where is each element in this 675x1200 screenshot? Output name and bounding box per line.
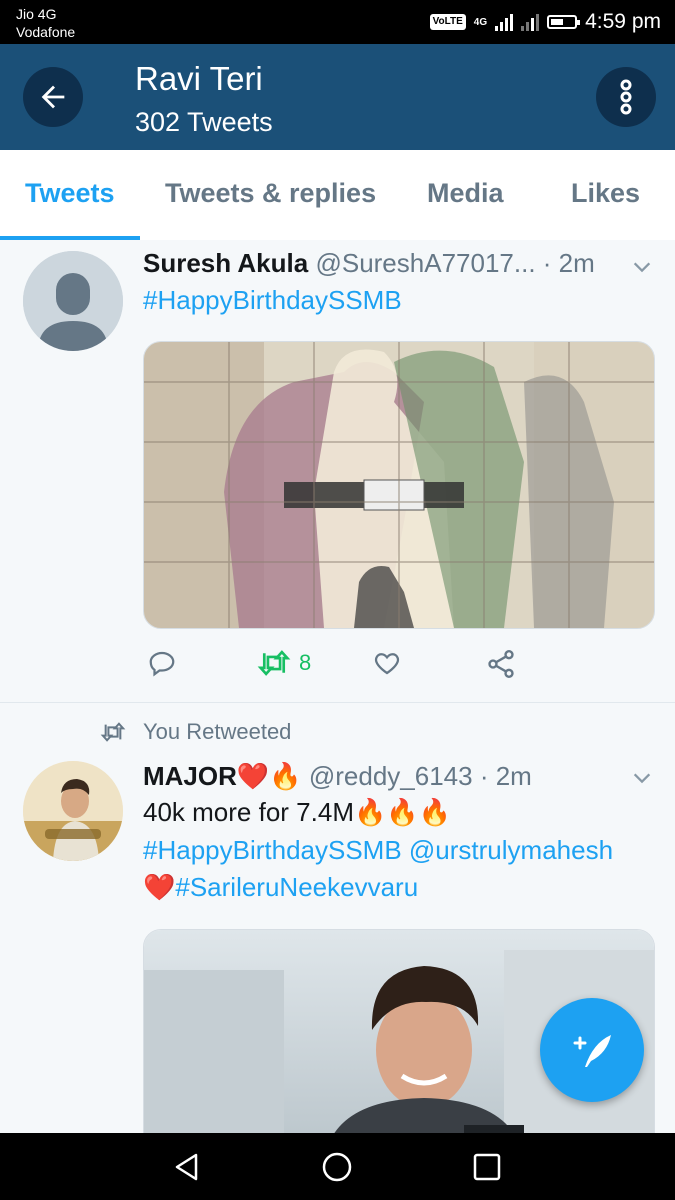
retweet-icon: [257, 650, 291, 676]
square-recents-icon: [473, 1153, 501, 1181]
chevron-down-icon[interactable]: [631, 767, 653, 789]
chevron-down-icon[interactable]: [631, 256, 653, 278]
signal-icon-2: [521, 13, 540, 31]
author-name[interactable]: MAJOR❤️🔥: [143, 761, 302, 791]
compose-tweet-button[interactable]: [540, 998, 644, 1102]
nav-back-button[interactable]: [170, 1150, 204, 1184]
tweet-text: 40k more for 7.4M🔥🔥🔥: [143, 797, 452, 827]
page-title: Ravi Teri: [135, 60, 263, 97]
tweet-card[interactable]: Suresh Akula @SureshA77017... · 2m #Happ…: [0, 240, 675, 703]
tweet-text-line-3: ❤️#SarileruNeekevvaru: [143, 872, 418, 903]
more-vertical-icon: [620, 79, 632, 115]
clock: 4:59 pm: [585, 10, 661, 33]
author-handle[interactable]: @reddy_6143: [309, 761, 473, 791]
profile-photo-image: [23, 761, 123, 861]
tweet-count: 302 Tweets: [135, 107, 273, 137]
default-avatar-icon: [23, 251, 123, 351]
tab-media[interactable]: Media: [427, 178, 504, 209]
tweet-time: · 2m: [542, 248, 595, 278]
share-button[interactable]: [485, 648, 517, 680]
status-bar: Jio 4G Vodafone VoLTE 4G 4:59 pm: [0, 0, 675, 44]
poster-artwork-image: [144, 342, 654, 628]
tweet-actions: 8: [143, 648, 563, 688]
circle-home-icon: [322, 1152, 352, 1182]
volte-badge: VoLTE: [429, 14, 466, 30]
heart-emoji: ❤️: [143, 872, 176, 902]
carrier-1: Jio 4G: [16, 6, 57, 22]
android-navigation-bar: [0, 1133, 675, 1200]
network-type: 4G: [473, 16, 488, 28]
retweet-count: 8: [299, 650, 312, 675]
nav-recents-button[interactable]: [470, 1150, 504, 1184]
reply-icon: [149, 651, 175, 677]
share-icon: [488, 650, 514, 678]
tab-likes[interactable]: Likes: [571, 178, 640, 209]
carrier-2: Vodafone: [16, 24, 76, 40]
signal-icon: [495, 13, 514, 31]
retweeted-label: You Retweeted: [143, 719, 292, 744]
author-name[interactable]: Suresh Akula: [143, 248, 308, 278]
avatar[interactable]: [23, 251, 123, 351]
hashtag[interactable]: #HappyBirthdaySSMB: [143, 285, 402, 316]
profile-tabs: Tweets Tweets & replies Media Likes: [0, 150, 675, 241]
more-options-button[interactable]: [596, 67, 656, 127]
hashtag[interactable]: #SarileruNeekevvaru: [175, 872, 418, 902]
compose-feather-icon: [573, 1035, 611, 1067]
tab-tweets[interactable]: Tweets: [25, 178, 115, 209]
like-button[interactable]: [371, 648, 403, 678]
nav-home-button[interactable]: [320, 1150, 354, 1184]
author-handle[interactable]: @SureshA77017...: [315, 248, 535, 278]
profile-header: Ravi Teri 302 Tweets: [0, 44, 675, 150]
retweet-button[interactable]: 8: [257, 648, 311, 678]
retweet-small-icon: [100, 722, 126, 742]
tab-tweets-replies[interactable]: Tweets & replies: [165, 178, 376, 209]
avatar[interactable]: [23, 761, 123, 861]
tweet-time: · 2m: [479, 761, 532, 791]
tweet-header: MAJOR❤️🔥 @reddy_6143 · 2m: [143, 761, 532, 792]
reply-button[interactable]: [147, 648, 177, 678]
arrow-left-icon: [41, 85, 65, 109]
triangle-back-icon: [175, 1153, 198, 1181]
tweet-image[interactable]: [143, 341, 655, 629]
hashtag-mention-line[interactable]: #HappyBirthdaySSMB @urstrulymahesh: [143, 835, 613, 866]
back-button[interactable]: [23, 67, 83, 127]
tweet-header: Suresh Akula @SureshA77017... · 2m: [143, 248, 595, 279]
battery-icon: [547, 15, 581, 29]
heart-icon: [374, 653, 400, 675]
